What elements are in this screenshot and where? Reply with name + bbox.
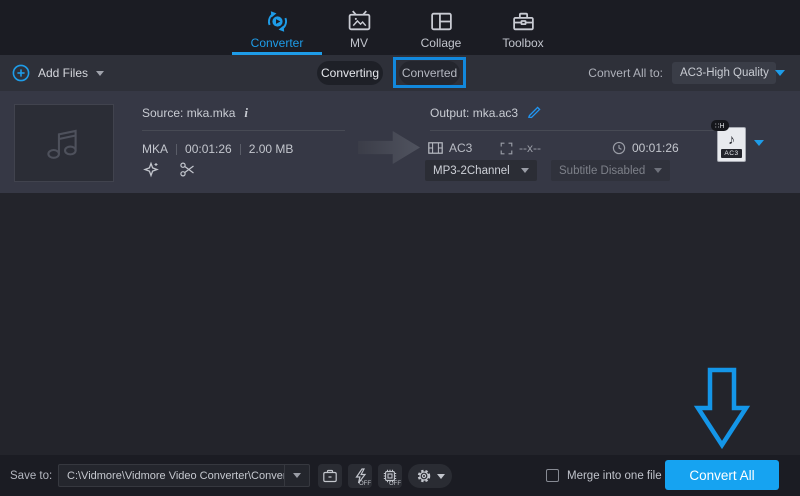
format-label: AC3: [721, 149, 742, 158]
format-chevron-down-icon[interactable]: [754, 140, 764, 146]
source-title: Source: mka.mka i: [142, 105, 248, 121]
tab-collage[interactable]: Collage: [400, 0, 482, 55]
chevron-down-icon: [436, 473, 445, 479]
rename-icon[interactable]: [527, 105, 542, 120]
merge-checkbox[interactable]: [546, 469, 559, 482]
file-thumbnail: [14, 104, 114, 182]
output-duration-value: 00:01:26: [632, 141, 679, 155]
format-quality-badge: ∷H: [711, 120, 729, 131]
music-note-icon: [47, 129, 77, 159]
output-divider: [430, 130, 740, 131]
output-format-value: AC3: [449, 141, 473, 155]
resolution-icon: [500, 142, 513, 154]
top-navigation: Converter MV Collage Toolbox: [0, 0, 800, 55]
save-path-input[interactable]: C:\Vidmore\Vidmore Video Converter\Conve…: [58, 464, 310, 487]
output-profile-value: AC3-High Quality: [680, 67, 769, 79]
merge-label: Merge into one file: [567, 469, 662, 482]
info-icon[interactable]: i: [244, 105, 248, 121]
source-filename: Source: mka.mka: [142, 106, 236, 120]
convert-all-to-label: Convert All to:: [588, 66, 663, 80]
tab-converter[interactable]: Converter: [232, 0, 322, 55]
source-duration: 00:01:26: [185, 142, 232, 156]
output-format-file-icon[interactable]: ♪ AC3: [717, 127, 746, 162]
toolbar: Add Files Converting Converted Convert A…: [0, 55, 800, 91]
chevron-down-icon: [654, 168, 662, 173]
source-to-output-arrow: [358, 131, 420, 164]
add-icon: [12, 64, 30, 82]
convert-all-button[interactable]: Convert All: [665, 460, 779, 490]
hardware-acceleration-toggle[interactable]: OFF: [378, 464, 402, 488]
save-path-value: C:\Vidmore\Vidmore Video Converter\Conve…: [67, 469, 284, 482]
merge-option[interactable]: Merge into one file: [546, 455, 662, 496]
chevron-down-icon: [774, 70, 785, 76]
tab-toolbox-label: Toolbox: [502, 36, 544, 50]
toolbox-icon: [511, 8, 536, 34]
music-note-icon: ♪: [728, 131, 735, 147]
converted-label: Converted: [401, 66, 458, 80]
settings-button[interactable]: [408, 464, 452, 488]
source-format: MKA: [142, 142, 169, 156]
high-speed-toggle[interactable]: OFF: [348, 464, 372, 488]
folder-icon: [323, 469, 337, 483]
subtitle-value: Subtitle Disabled: [559, 164, 646, 177]
hardware-off-label: OFF: [389, 481, 401, 487]
output-title: Output: mka.ac3: [430, 105, 542, 120]
save-to-label: Save to:: [10, 469, 53, 482]
tab-mv-label: MV: [350, 36, 368, 50]
open-folder-button[interactable]: [318, 464, 342, 488]
app-window: Converter MV Collage Toolbox Add Files C…: [0, 0, 800, 496]
audio-format-dropdown[interactable]: MP3-2Channel: [425, 160, 537, 181]
path-dropdown-caret[interactable]: [285, 473, 309, 478]
edit-effects-button[interactable]: [142, 160, 160, 178]
output-dimensions-info: --x--: [500, 141, 541, 155]
separator: [239, 143, 241, 155]
audio-format-value: MP3-2Channel: [433, 164, 510, 177]
converting-label: Converting: [320, 66, 380, 80]
bottom-bar: Save to: C:\Vidmore\Vidmore Video Conver…: [0, 455, 800, 496]
clock-icon: [612, 141, 626, 155]
collage-icon: [429, 8, 454, 34]
tab-collage-label: Collage: [420, 36, 462, 50]
tab-mv[interactable]: MV: [318, 0, 400, 55]
add-files-caret-icon[interactable]: [96, 70, 105, 76]
film-icon: [428, 142, 443, 154]
subtitle-dropdown[interactable]: Subtitle Disabled: [551, 160, 670, 181]
output-format-info: AC3: [428, 141, 472, 155]
tab-converter-label: Converter: [250, 36, 304, 50]
convert-all-to-group: Convert All to: AC3-High Quality: [588, 55, 785, 91]
output-dimensions-value: --x--: [519, 141, 541, 155]
file-row[interactable]: Source: mka.mka i MKA 00:01:26 2.00 MB O…: [0, 91, 800, 193]
cut-button[interactable]: [178, 160, 196, 178]
chevron-down-icon: [521, 168, 529, 173]
file-list-empty-area: [0, 193, 800, 455]
tab-converting[interactable]: Converting: [317, 61, 383, 85]
source-tools: [142, 160, 196, 178]
output-filename: Output: mka.ac3: [430, 105, 519, 120]
source-metadata: MKA 00:01:26 2.00 MB: [142, 142, 293, 156]
converter-icon: [265, 8, 290, 34]
add-files-button[interactable]: Add Files: [8, 55, 108, 91]
mv-icon: [347, 8, 372, 34]
source-size: 2.00 MB: [248, 142, 294, 156]
separator: [176, 143, 178, 155]
tab-toolbox[interactable]: Toolbox: [482, 0, 564, 55]
source-divider: [142, 130, 345, 131]
gear-icon: [417, 469, 430, 483]
output-profile-dropdown[interactable]: AC3-High Quality: [672, 62, 785, 84]
tab-converted[interactable]: Converted: [399, 61, 460, 85]
high-speed-off-label: OFF: [359, 481, 371, 487]
add-files-label: Add Files: [38, 66, 89, 80]
output-duration-info: 00:01:26: [612, 141, 679, 155]
